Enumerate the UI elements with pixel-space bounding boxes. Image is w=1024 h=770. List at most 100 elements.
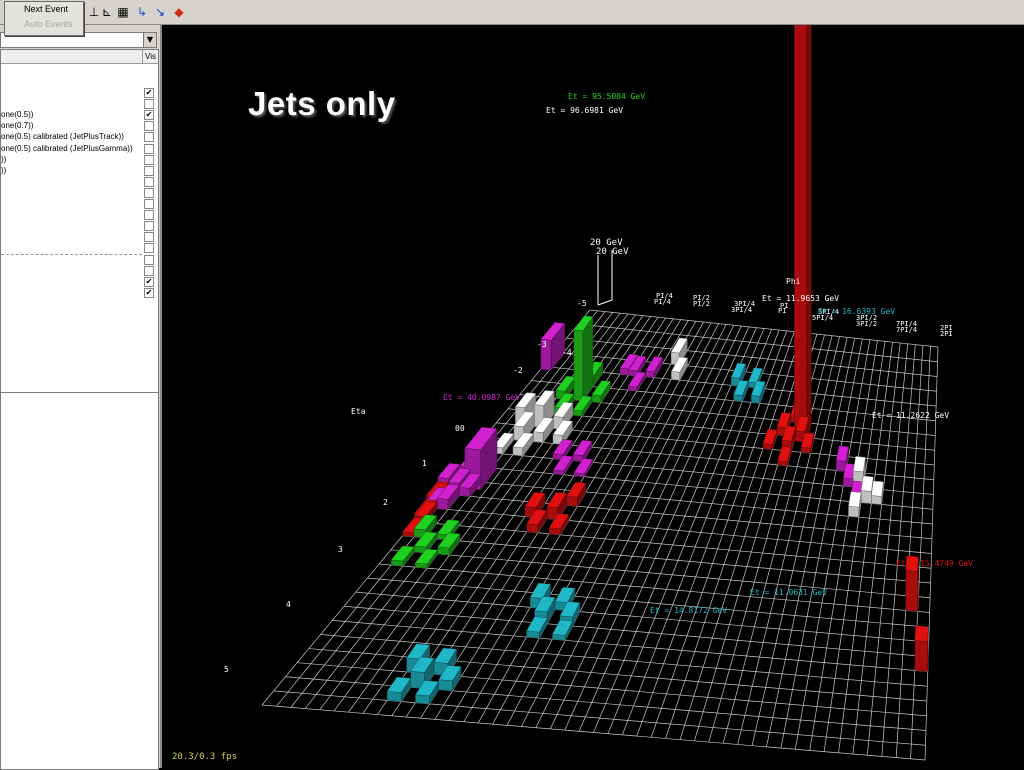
tower-face — [848, 492, 861, 508]
tower — [574, 316, 593, 401]
list-item[interactable] — [1, 198, 158, 209]
tower-face — [533, 432, 543, 443]
list-item[interactable] — [1, 231, 158, 242]
visibility-checkbox[interactable] — [144, 266, 154, 276]
phi-tick: PI/2 — [693, 300, 710, 308]
toolbar: ⊥ ⊾ ▦ ↳ ↘ ◆ — [0, 0, 1024, 25]
grid-icon[interactable]: ▦ — [115, 4, 131, 20]
list-item[interactable] — [1, 187, 158, 198]
list-item[interactable]: ✔ — [1, 287, 158, 298]
tower — [391, 546, 414, 566]
tower-face — [915, 640, 928, 671]
pick-icon[interactable]: ↘ — [152, 4, 168, 20]
tower-face — [573, 455, 583, 462]
list-item[interactable]: ✔ — [1, 276, 158, 287]
visibility-checkbox[interactable] — [144, 99, 154, 109]
visibility-checkbox[interactable] — [144, 166, 154, 176]
visibility-checkbox[interactable] — [144, 121, 154, 131]
tower-face — [527, 524, 538, 533]
grid-line — [911, 346, 931, 759]
phi-tick: 7PI/4 — [896, 326, 917, 334]
list-item[interactable] — [1, 265, 158, 276]
tower — [871, 481, 883, 505]
tower — [567, 482, 586, 506]
axes-icon[interactable]: ↳ — [134, 4, 150, 20]
visibility-checkbox[interactable] — [144, 243, 154, 253]
list-item[interactable] — [1, 242, 158, 253]
visibility-checkbox[interactable] — [144, 210, 154, 220]
tower-face — [583, 317, 593, 401]
tower-face — [871, 496, 881, 505]
list-item[interactable] — [1, 254, 158, 265]
eta-tick: -2 — [513, 366, 523, 375]
event-popup-menu: Next Event Auto Events — [4, 1, 84, 36]
grid-line — [882, 345, 916, 757]
next-event-menu-item[interactable]: Next Event — [5, 2, 83, 17]
list-item[interactable]: one(0.7)) — [1, 120, 158, 131]
jet-et-label: Et = 11.2622 GeV — [872, 411, 949, 420]
tower — [778, 446, 792, 465]
tower-face — [807, 25, 812, 442]
chevron-down-icon[interactable]: ▼ — [143, 33, 156, 47]
cube-icon[interactable]: ◆ — [171, 4, 187, 20]
list-item[interactable]: ✔ — [1, 87, 158, 98]
tower-face — [853, 456, 865, 472]
tower-face — [906, 570, 918, 611]
list-item[interactable]: )) — [1, 165, 158, 176]
tower-face — [861, 476, 873, 492]
list-item-label: )) — [1, 154, 141, 165]
phi-tick: 3PI/2 — [856, 320, 877, 328]
grid-line — [925, 347, 938, 760]
tower — [526, 617, 547, 638]
grid-line — [853, 343, 900, 754]
projection-yz-icon[interactable]: ⊾ — [99, 4, 115, 20]
list-item[interactable] — [1, 98, 158, 109]
phi-tick: 3PI/4 — [731, 306, 752, 314]
eta-tick: 5 — [224, 665, 229, 674]
visibility-checkbox[interactable] — [144, 177, 154, 187]
visibility-checkbox[interactable] — [144, 199, 154, 209]
visibility-checkbox[interactable] — [144, 221, 154, 231]
list-item[interactable] — [1, 220, 158, 231]
grid-line — [867, 344, 907, 755]
visibility-checkbox[interactable]: ✔ — [144, 288, 154, 298]
visibility-checkbox[interactable] — [144, 132, 154, 142]
list-item[interactable]: one(0.5))✔ — [1, 109, 158, 120]
axis-label: Eta — [351, 407, 366, 416]
visibility-checkbox[interactable]: ✔ — [144, 110, 154, 120]
grid-line — [824, 341, 885, 751]
vis-column-header[interactable]: Vis — [142, 50, 158, 63]
list-item[interactable]: )) — [1, 154, 158, 165]
visibility-checkbox[interactable] — [144, 255, 154, 265]
visibility-checkbox[interactable] — [144, 188, 154, 198]
list-divider — [1, 254, 142, 255]
eta-tick: 3 — [338, 545, 343, 554]
list-item[interactable] — [1, 209, 158, 220]
eta-tick: -4 — [562, 348, 572, 357]
list-item-label: one(0.5)) — [1, 109, 141, 120]
visibility-checkbox[interactable]: ✔ — [144, 88, 154, 98]
visibility-checkbox[interactable] — [144, 155, 154, 165]
list-item[interactable] — [1, 176, 158, 187]
jet-et-label: Et = 11.9653 GeV — [762, 294, 839, 303]
visibility-checkbox[interactable] — [144, 232, 154, 242]
eta-tick: 1 — [422, 459, 427, 468]
tower-face — [843, 478, 853, 487]
axes — [598, 250, 612, 305]
tower-face — [836, 460, 846, 471]
tower-face — [861, 491, 871, 504]
left-panel: ▼ Vis ✔one(0.5))✔one(0.7))one(0.5) calib… — [0, 25, 162, 768]
lego-plot[interactable]: 20 GeV20 GeVPhiEtaθ0-5-4-3-212345PI/4PI/… — [164, 25, 1024, 768]
list-item[interactable]: one(0.5) calibrated (JetPlusGamma)) — [1, 143, 158, 154]
list-header: Vis — [1, 50, 158, 64]
visibility-checkbox[interactable]: ✔ — [144, 277, 154, 287]
visibility-checkbox[interactable] — [144, 144, 154, 154]
lego-3d-viewport[interactable]: 20 GeV20 GeVPhiEtaθ0-5-4-3-212345PI/4PI/… — [164, 25, 1024, 768]
list-item[interactable]: one(0.5) calibrated (JetPlusTrack)) — [1, 131, 158, 142]
jet-et-label: Et = 95.5084 GeV — [568, 92, 645, 101]
tower-face — [415, 695, 429, 704]
fps-readout: 20.3/0.3 fps — [172, 752, 237, 762]
eta-phi-grid — [262, 310, 938, 760]
phi-tick: PI — [778, 307, 786, 315]
jet-et-label: Et = 96.6981 GeV — [546, 106, 623, 115]
